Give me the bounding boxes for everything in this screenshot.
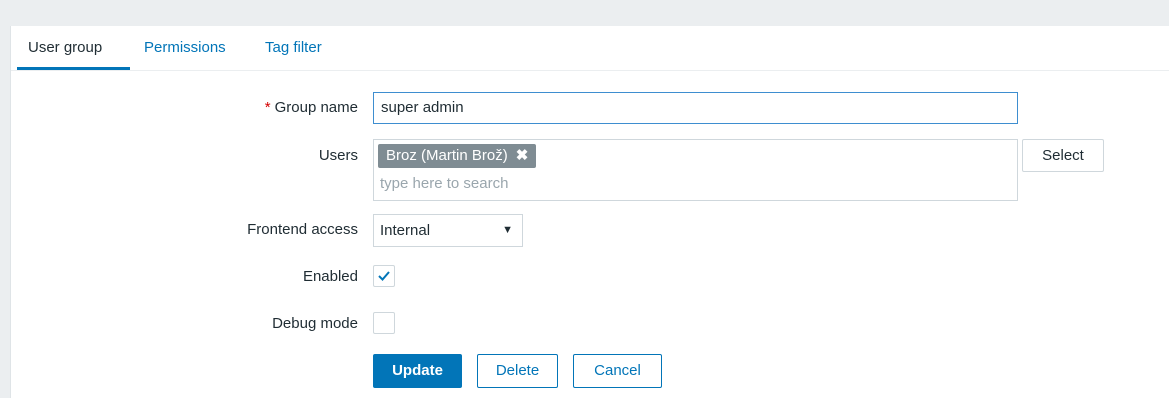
- tab-user-group[interactable]: User group: [28, 39, 102, 56]
- users-search-input[interactable]: type here to search: [380, 175, 508, 192]
- debug-mode-label: Debug mode: [272, 315, 358, 332]
- frontend-access-label: Frontend access: [247, 221, 358, 238]
- tab-bar: User group Permissions Tag filter: [11, 26, 1169, 71]
- enabled-checkbox[interactable]: [373, 265, 395, 287]
- delete-button[interactable]: Delete: [477, 354, 558, 388]
- users-multiselect[interactable]: Broz (Martin Brož) ✖ type here to search: [373, 139, 1018, 201]
- debug-mode-checkbox[interactable]: [373, 312, 395, 334]
- tab-permissions[interactable]: Permissions: [144, 39, 226, 56]
- update-button[interactable]: Update: [373, 354, 462, 388]
- user-chip-label: Broz (Martin Brož): [386, 147, 508, 164]
- page: User group Permissions Tag filter * Group…: [0, 0, 1169, 398]
- active-tab-indicator: [17, 67, 130, 70]
- user-chip: Broz (Martin Brož) ✖: [378, 144, 537, 168]
- close-icon[interactable]: ✖: [516, 147, 529, 164]
- frontend-access-select[interactable]: Internal ▼: [373, 214, 523, 247]
- cancel-button[interactable]: Cancel: [573, 354, 662, 388]
- group-name-input[interactable]: super admin: [373, 92, 1018, 124]
- check-icon: [378, 271, 390, 281]
- select-users-button[interactable]: Select: [1022, 139, 1104, 172]
- form-panel: User group Permissions Tag filter * Group…: [10, 26, 1169, 398]
- enabled-label: Enabled: [302, 268, 358, 285]
- frontend-access-value: Internal: [380, 222, 431, 239]
- tab-tag-filter[interactable]: Tag filter: [265, 39, 322, 56]
- required-mark: *: [264, 99, 271, 116]
- chevron-down-icon: ▼: [502, 224, 513, 236]
- group-name-label: * Group name: [264, 99, 358, 116]
- users-label: Users: [318, 147, 358, 164]
